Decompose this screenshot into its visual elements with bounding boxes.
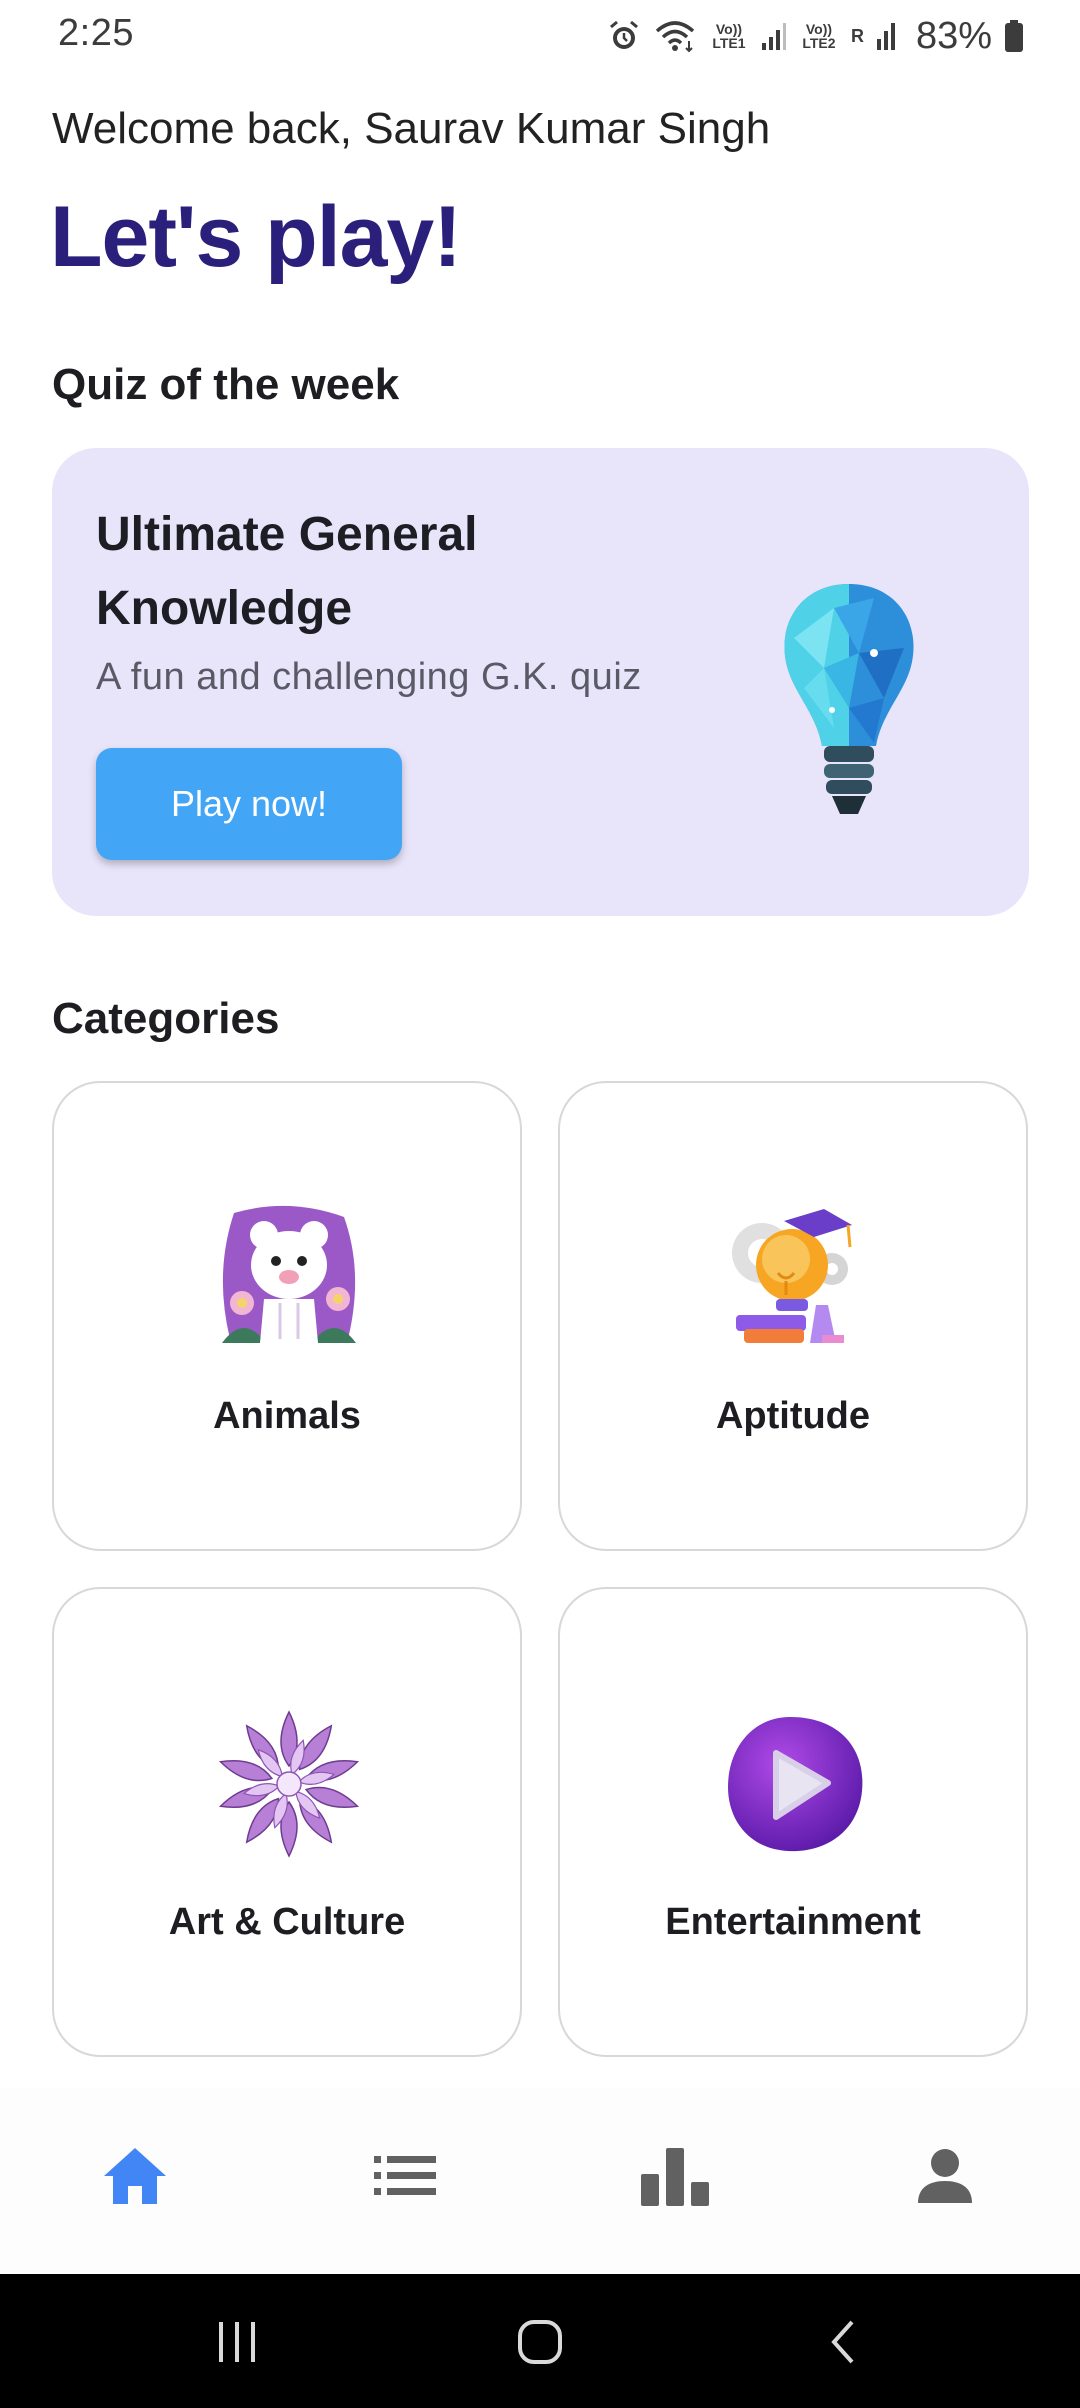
nav-profile[interactable] [900,2138,990,2218]
alarm-icon [607,19,641,53]
bear-illustration [214,1203,364,1353]
recent-apps-button[interactable] [202,2314,272,2374]
battery-percent: 83% [915,14,992,57]
system-home-button[interactable] [505,2314,575,2374]
leaderboard-icon [641,2146,709,2211]
status-icons: Vo)) LTE1 Vo)) LTE2 R 83% [607,14,1024,58]
category-card-art-culture[interactable]: Art & Culture [52,1587,522,2057]
lightbulb-illustration [774,578,924,828]
signal-icon [876,21,898,51]
nav-home[interactable] [90,2138,180,2218]
section-title-categories: Categories [52,994,280,1043]
lotus-illustration [214,1709,364,1859]
system-nav-bar [0,2274,1080,2408]
back-icon [828,2318,858,2371]
quiz-description: A fun and challenging G.K. quiz [96,656,642,698]
signal-icon [761,21,787,51]
wifi-icon [653,19,697,53]
back-button[interactable] [808,2314,878,2374]
quiz-of-week-card[interactable]: Ultimate General Knowledge A fun and cha… [52,448,1029,916]
profile-icon [916,2147,974,2210]
sim2-tag: Vo)) LTE2 [802,21,836,51]
quiz-title: Ultimate General Knowledge [96,508,478,635]
nav-list[interactable] [360,2138,450,2218]
page-title: Let's play! [50,189,462,285]
list-icon [374,2154,436,2203]
category-card-animals[interactable]: Animals [52,1081,522,1551]
section-title-quiz-of-week: Quiz of the week [52,360,400,409]
recent-apps-icon [215,2320,259,2369]
play-now-button[interactable]: Play now! [96,748,402,860]
status-bar: 2:25 Vo)) LTE1 Vo)) LTE2 R 83% [0,0,1080,70]
category-label: Animals [213,1395,361,1437]
category-label: Aptitude [715,1395,871,1437]
lightbulb-graduation-illustration [720,1203,870,1353]
status-time: 2:25 [58,12,134,54]
home-icon [102,2146,168,2211]
welcome-text: Welcome back, Saurav Kumar Singh [52,104,771,153]
category-label: Art & Culture [168,1901,406,1943]
nav-leaderboard[interactable] [630,2138,720,2218]
battery-icon [1004,19,1024,53]
sim1-tag: Vo)) LTE1 [712,21,746,51]
category-label: Entertainment [665,1901,921,1943]
roaming-tag: R [850,26,864,46]
bottom-nav [0,2088,1080,2274]
home-circle-icon [516,2318,564,2371]
category-card-aptitude[interactable]: Aptitude [558,1081,1028,1551]
category-card-entertainment[interactable]: Entertainment [558,1587,1028,2057]
play-button-illustration [720,1709,870,1859]
